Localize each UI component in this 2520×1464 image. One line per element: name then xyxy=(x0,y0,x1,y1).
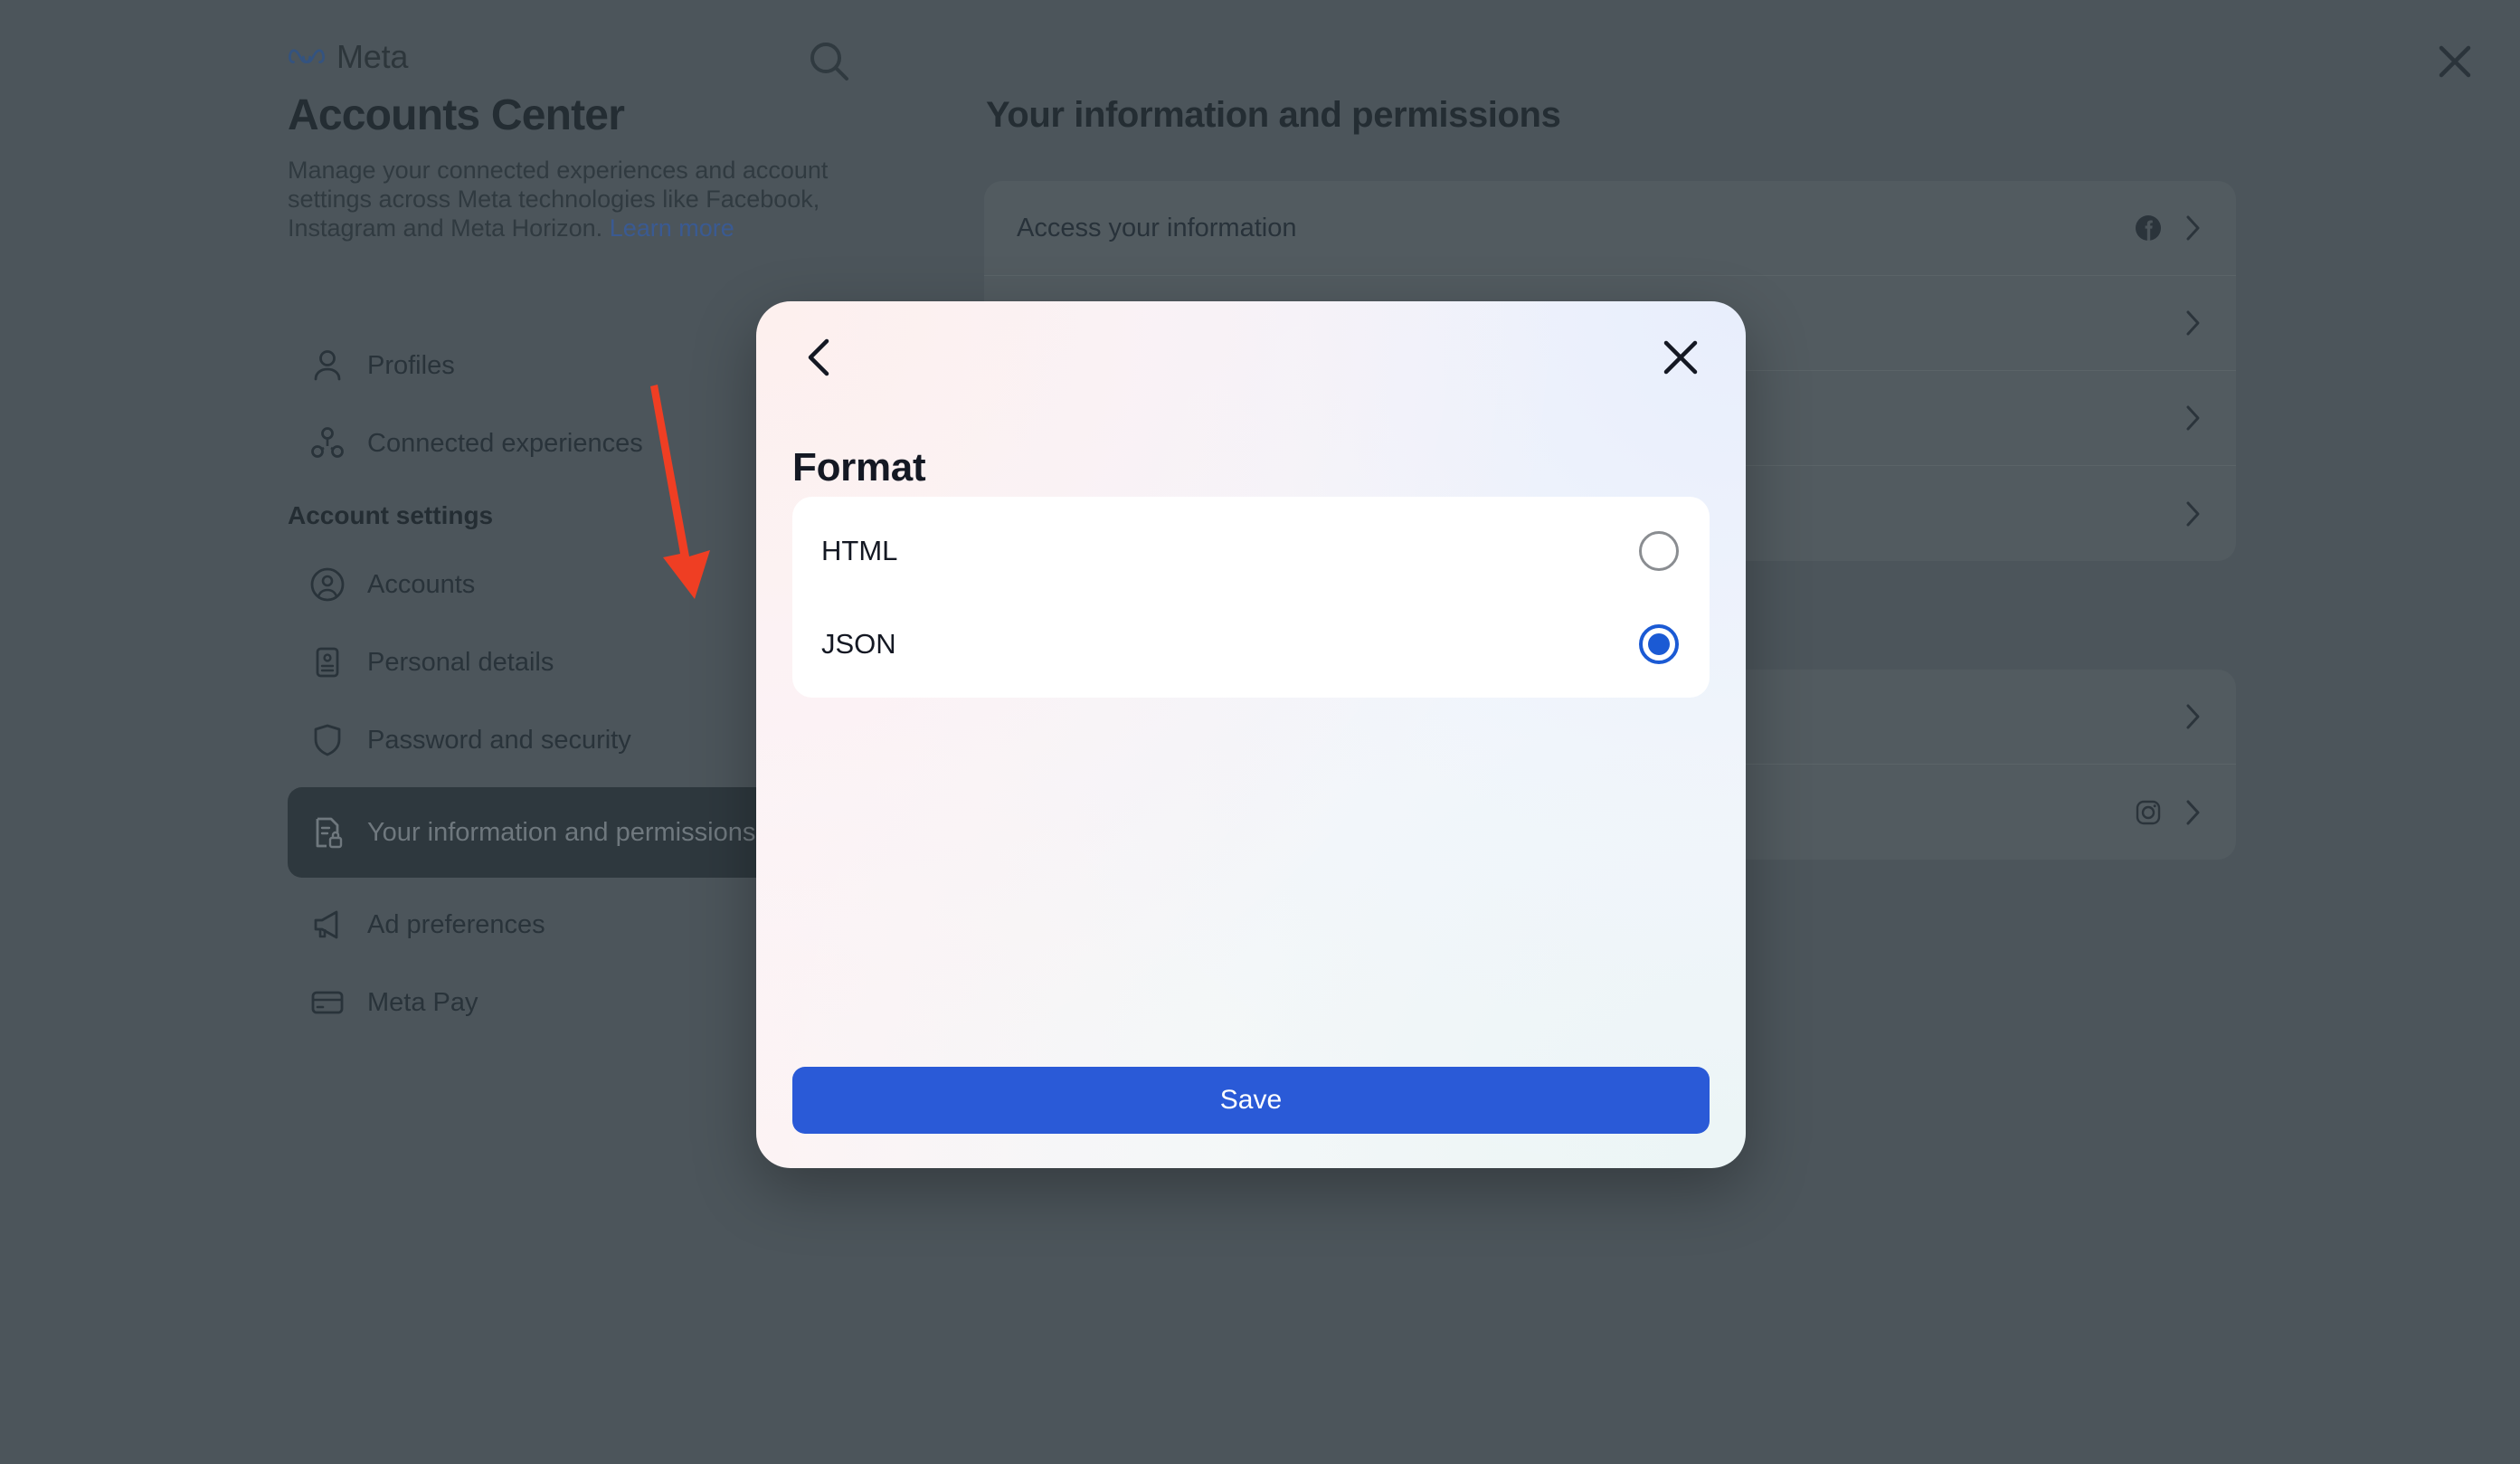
radio-html[interactable] xyxy=(1639,530,1679,571)
nodes-icon xyxy=(308,423,347,463)
chevron-right-icon xyxy=(2182,794,2203,831)
chevron-right-icon xyxy=(2182,699,2203,735)
sidebar-item-label: Password and security xyxy=(367,725,631,755)
id-card-icon xyxy=(308,642,347,682)
search-icon[interactable] xyxy=(802,34,857,89)
row-actions xyxy=(2182,699,2203,735)
facebook-icon xyxy=(2135,214,2162,242)
row-actions xyxy=(2182,496,2203,532)
sidebar-item-your-information-and-permissions[interactable]: Your information and permissions xyxy=(288,787,794,878)
sidebar-item-label: Profiles xyxy=(367,350,455,380)
option-label: JSON xyxy=(821,627,896,660)
chevron-right-icon xyxy=(2182,210,2203,246)
person-icon xyxy=(308,346,347,385)
chevron-left-icon[interactable] xyxy=(796,332,847,383)
sidebar-item-label: Connected experiences xyxy=(367,428,643,458)
row-actions xyxy=(2182,305,2203,341)
sidebar-item-label: Personal details xyxy=(367,647,554,677)
save-button[interactable]: Save xyxy=(792,1067,1710,1134)
document-lock-icon xyxy=(308,813,347,852)
meta-wordmark: Meta xyxy=(336,38,409,75)
sidebar-item-label: Your information and permissions xyxy=(367,817,756,847)
format-modal: Format HTML JSON Save xyxy=(756,301,1746,1168)
credit-card-icon xyxy=(308,983,347,1022)
option-label: HTML xyxy=(821,534,898,566)
page-title: Accounts Center xyxy=(288,91,625,139)
row-actions xyxy=(2135,794,2203,831)
close-icon[interactable] xyxy=(1655,332,1706,383)
page-description-text: Manage your connected experiences and ac… xyxy=(288,157,829,242)
meta-logo[interactable]: Meta xyxy=(288,38,408,76)
modal-header xyxy=(756,301,1746,410)
shield-icon xyxy=(308,720,347,760)
modal-title: Format xyxy=(792,445,926,490)
learn-more-link[interactable]: Learn more xyxy=(610,214,734,242)
meta-infinity-icon xyxy=(288,45,326,69)
sidebar-item-label: Meta Pay xyxy=(367,987,478,1017)
sidebar-item-label: Ad preferences xyxy=(367,909,545,939)
megaphone-icon xyxy=(308,905,347,945)
option-json[interactable]: JSON xyxy=(792,597,1710,690)
close-icon[interactable] xyxy=(2428,34,2482,89)
main-title: Your information and permissions xyxy=(986,95,1561,135)
app-root: Meta Accounts Center Manage your connect… xyxy=(0,0,2520,1464)
option-html[interactable]: HTML xyxy=(792,504,1710,597)
radio-json[interactable] xyxy=(1639,623,1679,664)
account-circle-icon xyxy=(308,565,347,604)
chevron-right-icon xyxy=(2182,400,2203,436)
row-actions xyxy=(2182,400,2203,436)
format-options-list: HTML JSON xyxy=(792,497,1710,698)
row-label: Access your information xyxy=(1017,213,1297,242)
table-row[interactable]: Access your information xyxy=(984,181,2236,276)
page-description: Manage your connected experiences and ac… xyxy=(288,156,867,242)
sidebar-item-label: Accounts xyxy=(367,569,476,599)
chevron-right-icon xyxy=(2182,305,2203,341)
chevron-right-icon xyxy=(2182,496,2203,532)
row-actions xyxy=(2135,210,2203,246)
instagram-icon xyxy=(2135,799,2162,826)
